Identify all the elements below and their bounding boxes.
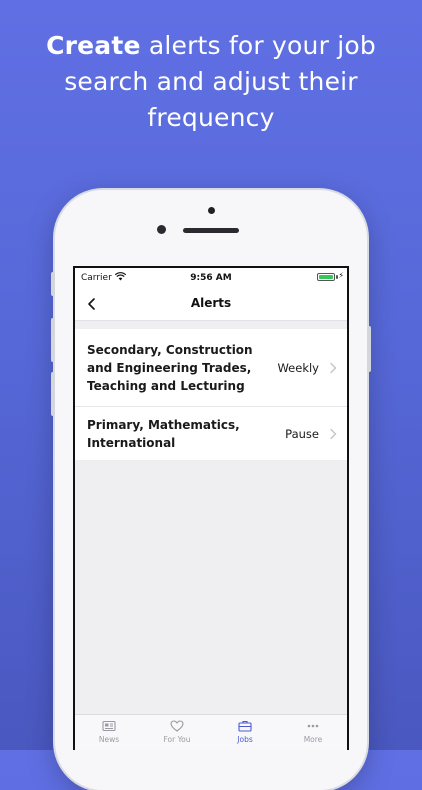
volume-down-button xyxy=(51,372,55,416)
earpiece-speaker xyxy=(183,228,239,233)
alert-title: Secondary, Construction and Engineering … xyxy=(87,342,253,393)
proximity-sensor xyxy=(157,225,166,234)
mute-switch xyxy=(51,272,55,296)
tab-label: More xyxy=(303,735,323,744)
navigation-bar: Alerts xyxy=(75,288,347,321)
briefcase-icon xyxy=(238,720,252,732)
heart-icon xyxy=(170,720,184,732)
alert-title: Primary, Mathematics, International xyxy=(87,417,240,450)
alert-frequency: Weekly xyxy=(277,360,319,375)
status-time: 9:56 AM xyxy=(190,273,232,283)
headline-bold: Create xyxy=(46,31,141,60)
phone-screen: Carrier 9:56 AM ⚡ Alerts Secondary, Cons… xyxy=(73,266,349,750)
tab-more[interactable]: More xyxy=(279,715,347,750)
alert-row[interactable]: Primary, Mathematics, International Paus… xyxy=(75,406,347,460)
chevron-right-icon xyxy=(330,362,337,373)
tab-label: News xyxy=(98,735,120,744)
status-bar: Carrier 9:56 AM ⚡ xyxy=(75,268,347,288)
alert-row[interactable]: Secondary, Construction and Engineering … xyxy=(75,329,347,406)
more-dots-icon xyxy=(307,724,319,728)
tab-label: Jobs xyxy=(237,735,253,744)
tab-news[interactable]: News xyxy=(75,715,143,750)
power-button xyxy=(367,326,371,372)
alert-frequency: Pause xyxy=(285,426,319,441)
volume-up-button xyxy=(51,318,55,362)
battery-icon xyxy=(317,273,335,281)
charging-bolt-icon: ⚡ xyxy=(338,271,344,280)
tab-label: For You xyxy=(163,735,191,744)
page-title: Alerts xyxy=(190,296,232,310)
alerts-list: Secondary, Construction and Engineering … xyxy=(75,329,347,460)
tab-jobs[interactable]: Jobs xyxy=(211,715,279,750)
tab-bar: News For You Jobs More xyxy=(75,714,347,750)
tab-for-you[interactable]: For You xyxy=(143,715,211,750)
front-camera xyxy=(208,207,215,214)
chevron-right-icon xyxy=(330,428,337,439)
promo-headline: Create alerts for your job search and ad… xyxy=(0,28,422,136)
newspaper-icon xyxy=(102,720,116,732)
app-screen: Carrier 9:56 AM ⚡ Alerts Secondary, Cons… xyxy=(75,268,347,750)
